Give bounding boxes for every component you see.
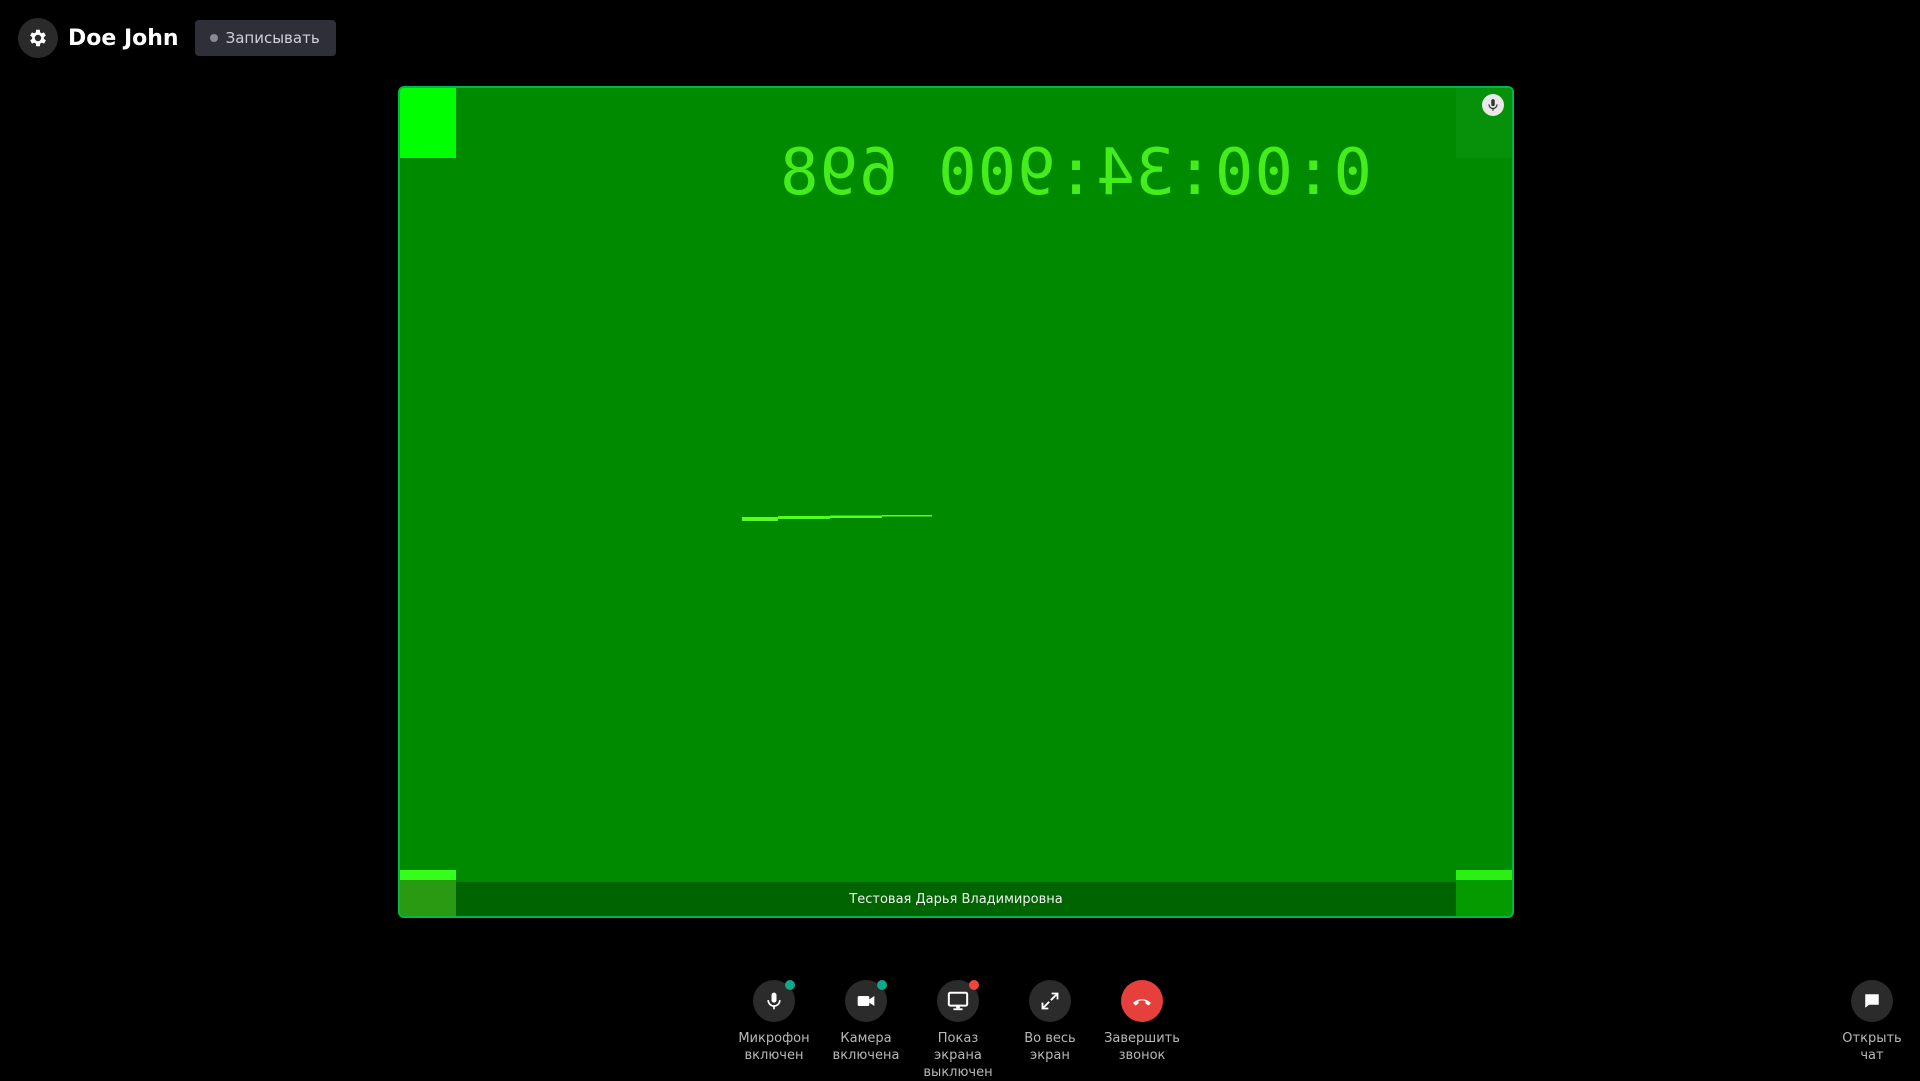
phone-hangup-icon bbox=[1133, 999, 1151, 1006]
participant-microphone-icon bbox=[1482, 94, 1504, 116]
video-test-pattern-line bbox=[742, 515, 932, 521]
video-corner-marker-bottom-right bbox=[1456, 870, 1512, 916]
fullscreen-button-circle bbox=[1029, 980, 1071, 1022]
settings-button[interactable] bbox=[18, 18, 58, 58]
microphone-toggle-button[interactable]: Микрофон включен bbox=[728, 980, 820, 1081]
chat-bubble-icon bbox=[1865, 994, 1879, 1008]
fullscreen-button-label: Во весь экран bbox=[1024, 1031, 1076, 1063]
call-controls: Микрофон включен Камера включена Показ э… bbox=[728, 980, 1188, 1081]
screen-share-button-circle bbox=[937, 980, 979, 1022]
top-bar: Doe John Записывать bbox=[18, 18, 336, 58]
gear-icon bbox=[30, 29, 46, 47]
monitor-icon bbox=[947, 991, 969, 1011]
record-dot-icon bbox=[209, 34, 218, 42]
chat-button-circle bbox=[1851, 980, 1893, 1022]
record-button-label: Записывать bbox=[225, 29, 320, 47]
end-call-button[interactable]: Завершить звонок bbox=[1096, 980, 1188, 1081]
screen-share-toggle-button[interactable]: Показ экрана выключен bbox=[912, 980, 1004, 1081]
camera-button-circle bbox=[845, 980, 887, 1022]
microphone-icon bbox=[767, 992, 781, 1010]
screen-share-status-dot bbox=[969, 980, 979, 990]
user-name: Doe John bbox=[68, 25, 179, 51]
microphone-status-dot bbox=[785, 980, 795, 990]
participant-video-tile[interactable]: 0:00:34:900 698 Тестовая Дарья Владимиро… bbox=[398, 86, 1514, 918]
open-chat-label: Открыть чат bbox=[1842, 1031, 1902, 1063]
video-timecode: 0:00:34:900 698 bbox=[779, 136, 1372, 210]
camera-button-label: Камера включена bbox=[832, 1031, 900, 1063]
participant-name-bar: Тестовая Дарья Владимировна bbox=[456, 882, 1456, 916]
microphone-button-label: Микрофон включен bbox=[738, 1031, 810, 1063]
record-button[interactable]: Записывать bbox=[194, 20, 336, 56]
camera-status-dot bbox=[877, 980, 887, 990]
video-camera-icon bbox=[857, 996, 875, 1006]
end-call-button-circle bbox=[1121, 980, 1163, 1022]
video-corner-marker-bottom-left bbox=[400, 870, 456, 916]
end-call-button-label: Завершить звонок bbox=[1104, 1031, 1180, 1063]
fullscreen-button[interactable]: Во весь экран bbox=[1004, 980, 1096, 1081]
microphone-button-circle bbox=[753, 980, 795, 1022]
screen-share-button-label: Показ экрана выключен bbox=[923, 1031, 993, 1080]
open-chat-button[interactable]: Открыть чат bbox=[1826, 980, 1918, 1064]
camera-toggle-button[interactable]: Камера включена bbox=[820, 980, 912, 1081]
expand-icon bbox=[1041, 992, 1059, 1010]
participant-name: Тестовая Дарья Владимировна bbox=[849, 891, 1063, 907]
video-corner-marker-top-left bbox=[400, 88, 456, 158]
